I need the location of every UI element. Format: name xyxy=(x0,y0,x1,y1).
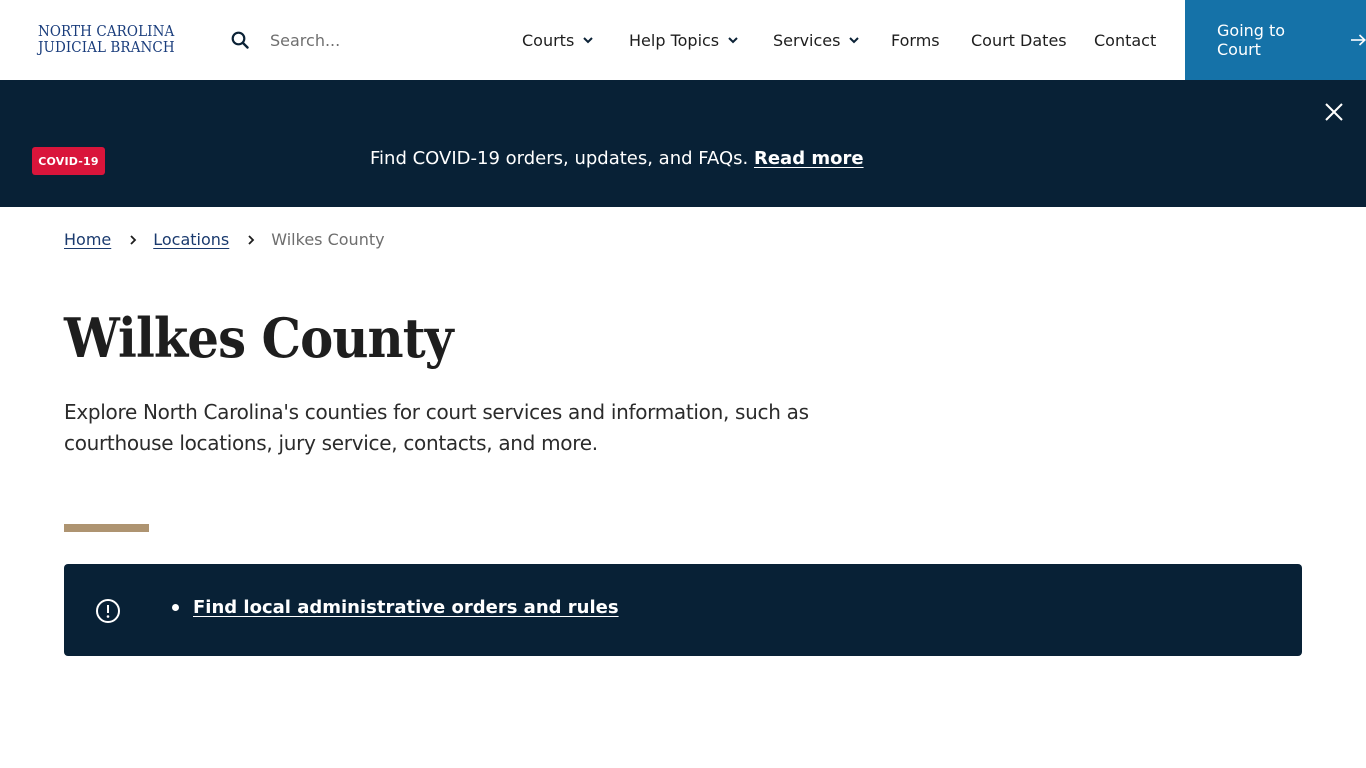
list-item: Find local administrative orders and rul… xyxy=(172,597,619,618)
site-logo[interactable]: North Carolina Judicial Branch xyxy=(38,23,175,55)
breadcrumb-locations[interactable]: Locations xyxy=(153,230,229,249)
search-icon[interactable] xyxy=(231,31,249,49)
notice-box: Find local administrative orders and rul… xyxy=(64,564,1302,656)
nav-help-topics[interactable]: Help Topics xyxy=(629,29,738,51)
nav-courts-label: Courts xyxy=(522,30,575,50)
accent-divider xyxy=(64,524,149,532)
nav-help-topics-label: Help Topics xyxy=(629,30,720,50)
covid-badge: COVID-19 xyxy=(32,147,105,175)
bullet-icon xyxy=(172,604,179,611)
banner-text: Find COVID-19 orders, updates, and FAQs. xyxy=(370,148,749,169)
search-input[interactable] xyxy=(270,26,470,54)
nav-services-label: Services xyxy=(773,30,841,50)
alert-circle-icon xyxy=(96,599,120,623)
page-title: Wilkes County xyxy=(64,306,454,370)
page-intro: Explore North Carolina's counties for co… xyxy=(64,400,809,455)
chevron-down-icon xyxy=(583,36,594,43)
read-more-link[interactable]: Read more xyxy=(754,148,864,169)
going-to-court-label: Going to Court xyxy=(1217,21,1286,59)
nav-contact[interactable]: Contact xyxy=(1094,29,1156,51)
logo-line-2: Judicial Branch xyxy=(38,38,175,56)
close-icon[interactable] xyxy=(1324,102,1344,122)
nav-courts[interactable]: Courts xyxy=(522,29,594,51)
arrow-right-icon xyxy=(1351,34,1366,46)
breadcrumb: Home Locations Wilkes County xyxy=(64,230,385,249)
chevron-down-icon xyxy=(728,36,738,43)
breadcrumb-current: Wilkes County xyxy=(271,230,385,249)
notice-links: Find local administrative orders and rul… xyxy=(172,597,619,618)
local-orders-link[interactable]: Find local administrative orders and rul… xyxy=(193,597,619,618)
chevron-right-icon xyxy=(130,234,137,245)
going-to-court-button[interactable]: Going to Court xyxy=(1185,0,1366,80)
banner-message: Find COVID-19 orders, updates, and FAQs.… xyxy=(370,147,864,171)
covid-alert-banner xyxy=(0,80,1366,207)
nav-services[interactable]: Services xyxy=(773,29,860,51)
site-header: North Carolina Judicial Branch Courts He… xyxy=(0,0,1366,80)
nav-forms[interactable]: Forms xyxy=(891,29,940,51)
chevron-right-icon xyxy=(248,234,255,245)
breadcrumb-home[interactable]: Home xyxy=(64,230,111,249)
logo-line-1: North Carolina xyxy=(38,22,175,40)
chevron-down-icon xyxy=(849,36,860,43)
nav-court-dates[interactable]: Court Dates xyxy=(971,29,1067,51)
